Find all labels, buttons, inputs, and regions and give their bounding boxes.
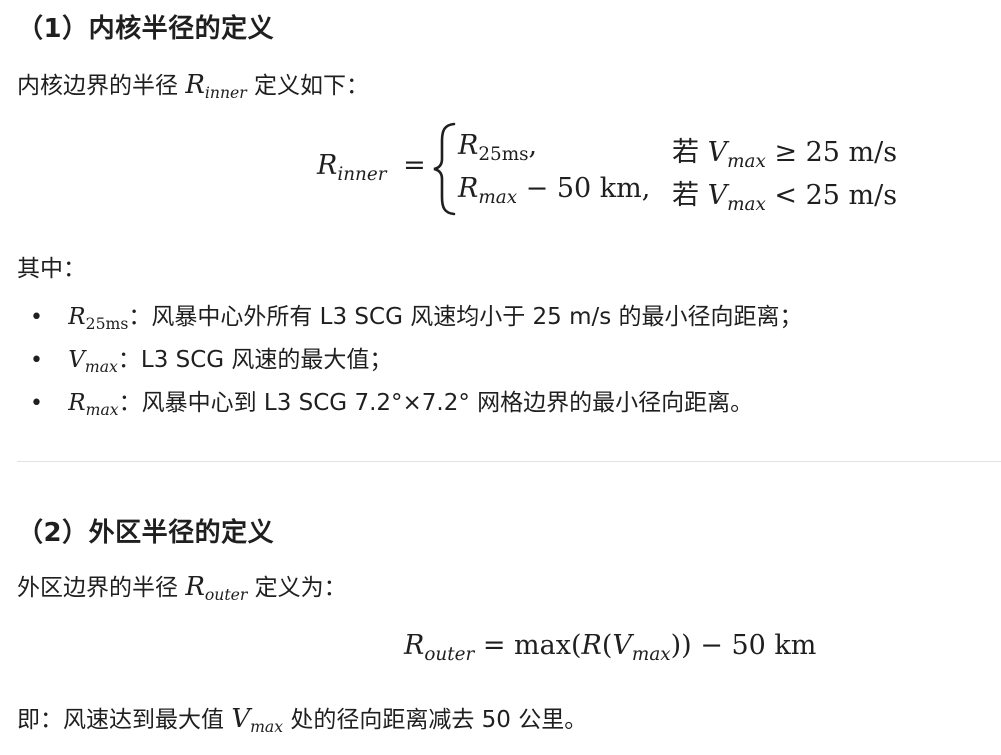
bullet-icon: • <box>30 305 43 330</box>
section1-intro: 内核边界的半径 Rinner 定义如下： <box>17 66 370 103</box>
intro-prefix: 内核边界的半径 <box>17 73 178 99</box>
cond1-max: max <box>727 151 766 173</box>
cond2-max: max <box>727 194 766 216</box>
case2-value: Rmax − 50 km, <box>458 173 651 208</box>
conclusion-v: V <box>231 704 251 734</box>
eq2-vmax-sub: max <box>631 644 671 666</box>
eq2-paren: ( <box>601 630 613 661</box>
eq2-outer: outer <box>424 644 475 666</box>
outer-subscript: outer <box>204 585 248 605</box>
conclusion-max: max <box>250 717 284 737</box>
r-inner-lhs: Rinner = <box>317 150 426 185</box>
eq2-r: R <box>404 630 425 661</box>
eq2-inner-r: R <box>581 630 602 661</box>
equals-sign: = <box>403 150 426 181</box>
case1-sub: 25ms <box>478 144 529 166</box>
case1-r: R <box>458 130 479 161</box>
left-brace-icon <box>433 122 456 216</box>
case1-value: R25ms, <box>458 130 538 165</box>
inner-subscript: inner <box>204 83 247 103</box>
eq2-tail: )) − 50 km <box>670 630 817 661</box>
list-item: • Rmax：风暴中心到 L3 SCG 7.2°×7.2° 网格边界的最小径向距… <box>30 383 754 420</box>
bullet-icon: • <box>30 391 43 416</box>
bullet-text: ：风暴中心到 L3 SCG 7.2°×7.2° 网格边界的最小径向距离。 <box>118 390 754 416</box>
bullet-var: R <box>68 304 86 330</box>
lhs-r: R <box>317 150 338 181</box>
case2-sub: max <box>478 187 518 209</box>
bullet-var: R <box>68 390 86 416</box>
cond1-v: V <box>707 137 728 168</box>
section1-heading: （1）内核半径的定义 <box>17 14 275 44</box>
r-outer-symbol: R <box>185 572 205 602</box>
where-label: 其中： <box>17 256 86 282</box>
intro2-suffix: 定义为： <box>254 575 347 601</box>
cond1-relation: ≥ 25 m/s <box>774 137 898 168</box>
bullet-sub: 25ms <box>85 314 129 334</box>
conclusion-suffix: 处的径向距离减去 50 公里。 <box>290 707 588 733</box>
conclusion-prefix: 即：风速达到最大值 <box>17 707 224 733</box>
bullet-var: V <box>68 347 85 373</box>
lhs-sub: inner <box>337 164 387 186</box>
intro2-prefix: 外区边界的半径 <box>17 575 178 601</box>
bullet-text: ：L3 SCG 风速的最大值； <box>117 347 393 373</box>
section2-heading: （2）外区半径的定义 <box>17 518 275 548</box>
case1-condition: 若 Vmax ≥ 25 m/s <box>672 130 898 173</box>
case2-r: R <box>458 173 479 204</box>
eq2-v: V <box>612 630 632 661</box>
intro-suffix: 定义如下： <box>254 73 370 99</box>
section-divider <box>17 461 1001 462</box>
cond2-word: 若 <box>672 180 699 211</box>
cond1-word: 若 <box>672 137 699 168</box>
r-symbol: R <box>185 70 205 100</box>
cond2-relation: < 25 m/s <box>774 180 898 211</box>
list-item: • Vmax：L3 SCG 风速的最大值； <box>30 340 393 377</box>
section2-intro: 外区边界的半径 Router 定义为： <box>17 568 347 605</box>
case2-condition: 若 Vmax < 25 m/s <box>672 173 898 216</box>
r-outer-equation: Router = max(R(Vmax)) − 50 km <box>404 630 817 665</box>
eq2-max: = max( <box>482 630 582 661</box>
case1-tail: , <box>528 130 538 161</box>
bullet-text: ：风暴中心外所有 L3 SCG 风速均小于 25 m/s 的最小径向距离； <box>128 304 803 330</box>
list-item: • R25ms：风暴中心外所有 L3 SCG 风速均小于 25 m/s 的最小径… <box>30 297 803 334</box>
bullet-sub: max <box>84 357 118 377</box>
conclusion: 即：风速达到最大值 Vmax 处的径向距离减去 50 公里。 <box>17 700 588 737</box>
bullet-sub: max <box>85 400 119 420</box>
cond2-v: V <box>707 180 728 211</box>
case2-tail: − 50 km, <box>525 173 651 204</box>
bullet-icon: • <box>30 348 43 373</box>
